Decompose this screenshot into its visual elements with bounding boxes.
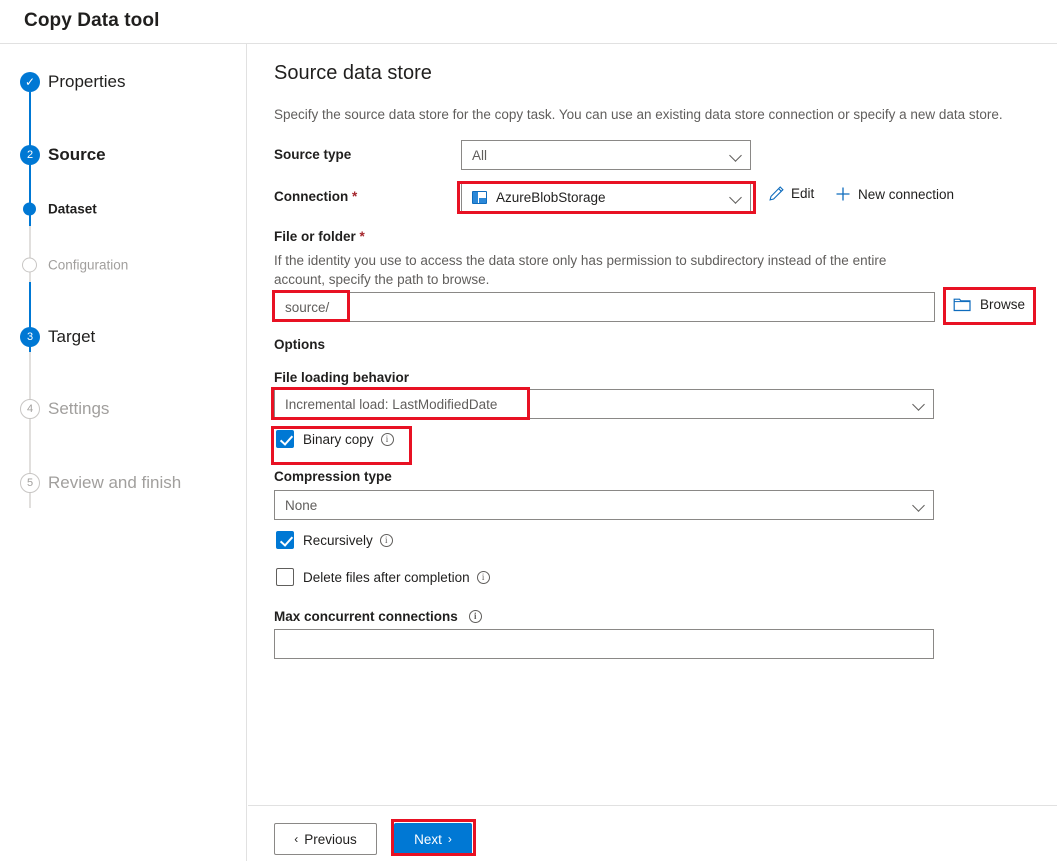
wizard-footer: ‹ Previous Next ›	[248, 805, 1057, 861]
wizard-step-rail: ✓ Properties 2 Source Dataset Configurat…	[0, 44, 247, 861]
sidebar-step-source[interactable]: 2 Source	[0, 140, 247, 170]
step-marker-number-4: 4	[20, 399, 40, 419]
sidebar-step-settings: 4 Settings	[0, 394, 247, 424]
delete-files-checkbox-row[interactable]: Delete files after completion i	[276, 568, 490, 586]
source-type-value: All	[472, 147, 488, 163]
delete-files-label: Delete files after completion	[303, 569, 470, 585]
sidebar-step-label-settings: Settings	[48, 399, 110, 418]
compression-type-dropdown[interactable]: None	[274, 490, 934, 520]
step-marker-number-5: 5	[20, 473, 40, 493]
max-concurrent-connections-label: Max concurrent connections	[274, 609, 458, 624]
file-or-folder-required-asterisk: *	[359, 229, 365, 244]
chevron-down-icon	[913, 398, 925, 410]
sidebar-step-label-target: Target	[48, 327, 96, 346]
file-or-folder-helper-text: If the identity you use to access the da…	[274, 253, 887, 287]
binary-copy-checkbox-row[interactable]: Binary copy i	[276, 430, 394, 448]
sidebar-step-configuration: Configuration	[0, 250, 247, 280]
delete-files-checkbox[interactable]	[276, 568, 294, 586]
file-loading-behavior-value: Incremental load: LastModifiedDate	[285, 396, 498, 412]
source-data-store-panel: Source data store Specify the source dat…	[248, 44, 1057, 861]
browse-button[interactable]: Browse	[953, 296, 1025, 312]
sidebar-step-label-review-and-finish: Review and finish	[48, 473, 182, 492]
page-description: Specify the source data store for the co…	[274, 107, 1003, 122]
file-loading-behavior-label: File loading behavior	[274, 370, 410, 385]
chevron-down-icon	[730, 191, 742, 203]
step-marker-number-2: 2	[20, 145, 40, 165]
connection-value: AzureBlobStorage	[496, 189, 606, 205]
edit-connection-label: Edit	[791, 186, 815, 201]
pencil-icon	[768, 185, 785, 202]
binary-copy-label: Binary copy	[303, 431, 374, 447]
app-title: Copy Data tool	[24, 10, 160, 31]
file-or-folder-value: source/	[285, 299, 330, 315]
recursively-checkbox[interactable]	[276, 531, 294, 549]
sidebar-step-label-configuration: Configuration	[48, 257, 129, 273]
sidebar-step-label-properties: Properties	[48, 72, 126, 91]
compression-type-value: None	[285, 497, 318, 513]
sidebar-step-review-and-finish: 5 Review and finish	[0, 468, 247, 498]
connection-label: Connection *	[274, 189, 357, 204]
file-or-folder-label: File or folder *	[274, 229, 365, 244]
step-marker-number-3: 3	[20, 327, 40, 347]
page-title: Source data store	[274, 62, 432, 84]
connection-label-text: Connection	[274, 189, 349, 204]
info-icon[interactable]: i	[380, 432, 394, 446]
azure-blob-storage-icon	[472, 190, 487, 204]
chevron-down-icon	[913, 499, 925, 511]
step-marker-dot-icon	[23, 202, 36, 216]
chevron-down-icon	[730, 149, 742, 161]
step-marker-check-icon: ✓	[20, 72, 40, 92]
connection-dropdown[interactable]: AzureBlobStorage	[461, 182, 751, 212]
binary-copy-checkbox[interactable]	[276, 430, 294, 448]
connection-required-asterisk: *	[352, 189, 358, 204]
source-type-label-text: Source type	[274, 147, 352, 162]
step-connector-settings-review	[29, 428, 31, 508]
file-or-folder-input[interactable]: source/	[274, 292, 935, 322]
browse-label: Browse	[980, 296, 1026, 312]
plus-icon	[834, 185, 852, 203]
file-or-folder-label-text: File or folder	[274, 229, 356, 244]
new-connection-label: New connection	[858, 186, 955, 202]
window-title-bar: Copy Data tool	[0, 0, 1057, 44]
next-label: Next	[414, 831, 442, 847]
folder-icon	[953, 296, 972, 312]
sidebar-step-dataset[interactable]: Dataset	[0, 194, 247, 224]
previous-label: Previous	[304, 831, 357, 847]
info-icon[interactable]: i	[379, 533, 393, 547]
options-header: Options	[274, 337, 325, 352]
sidebar-step-label-dataset: Dataset	[48, 201, 97, 217]
max-concurrent-connections-input[interactable]	[274, 629, 934, 659]
new-connection-button[interactable]: New connection	[834, 185, 954, 203]
info-icon[interactable]: i	[468, 610, 482, 623]
chevron-right-icon: ›	[447, 832, 452, 846]
edit-connection-button[interactable]: Edit	[768, 185, 814, 202]
next-button[interactable]: Next ›	[394, 823, 472, 855]
step-marker-hollow-circle-icon	[22, 257, 37, 273]
step-connector-configuration-target	[29, 282, 31, 362]
recursively-label: Recursively	[303, 532, 373, 548]
step-connector-properties-source	[29, 92, 31, 182]
source-type-dropdown[interactable]: All	[461, 140, 751, 170]
chevron-left-icon: ‹	[294, 832, 299, 846]
sidebar-step-properties[interactable]: ✓ Properties	[0, 67, 247, 97]
max-concurrent-connections-label-row: Max concurrent connections i	[274, 609, 482, 624]
sidebar-step-label-source: Source	[48, 145, 106, 164]
sidebar-step-target[interactable]: 3 Target	[0, 322, 247, 352]
previous-button[interactable]: ‹ Previous	[274, 823, 377, 855]
info-icon[interactable]: i	[476, 570, 490, 584]
recursively-checkbox-row[interactable]: Recursively i	[276, 531, 393, 549]
source-type-label: Source type	[274, 147, 351, 162]
compression-type-label: Compression type	[274, 469, 392, 484]
file-loading-behavior-dropdown[interactable]: Incremental load: LastModifiedDate	[274, 389, 934, 419]
